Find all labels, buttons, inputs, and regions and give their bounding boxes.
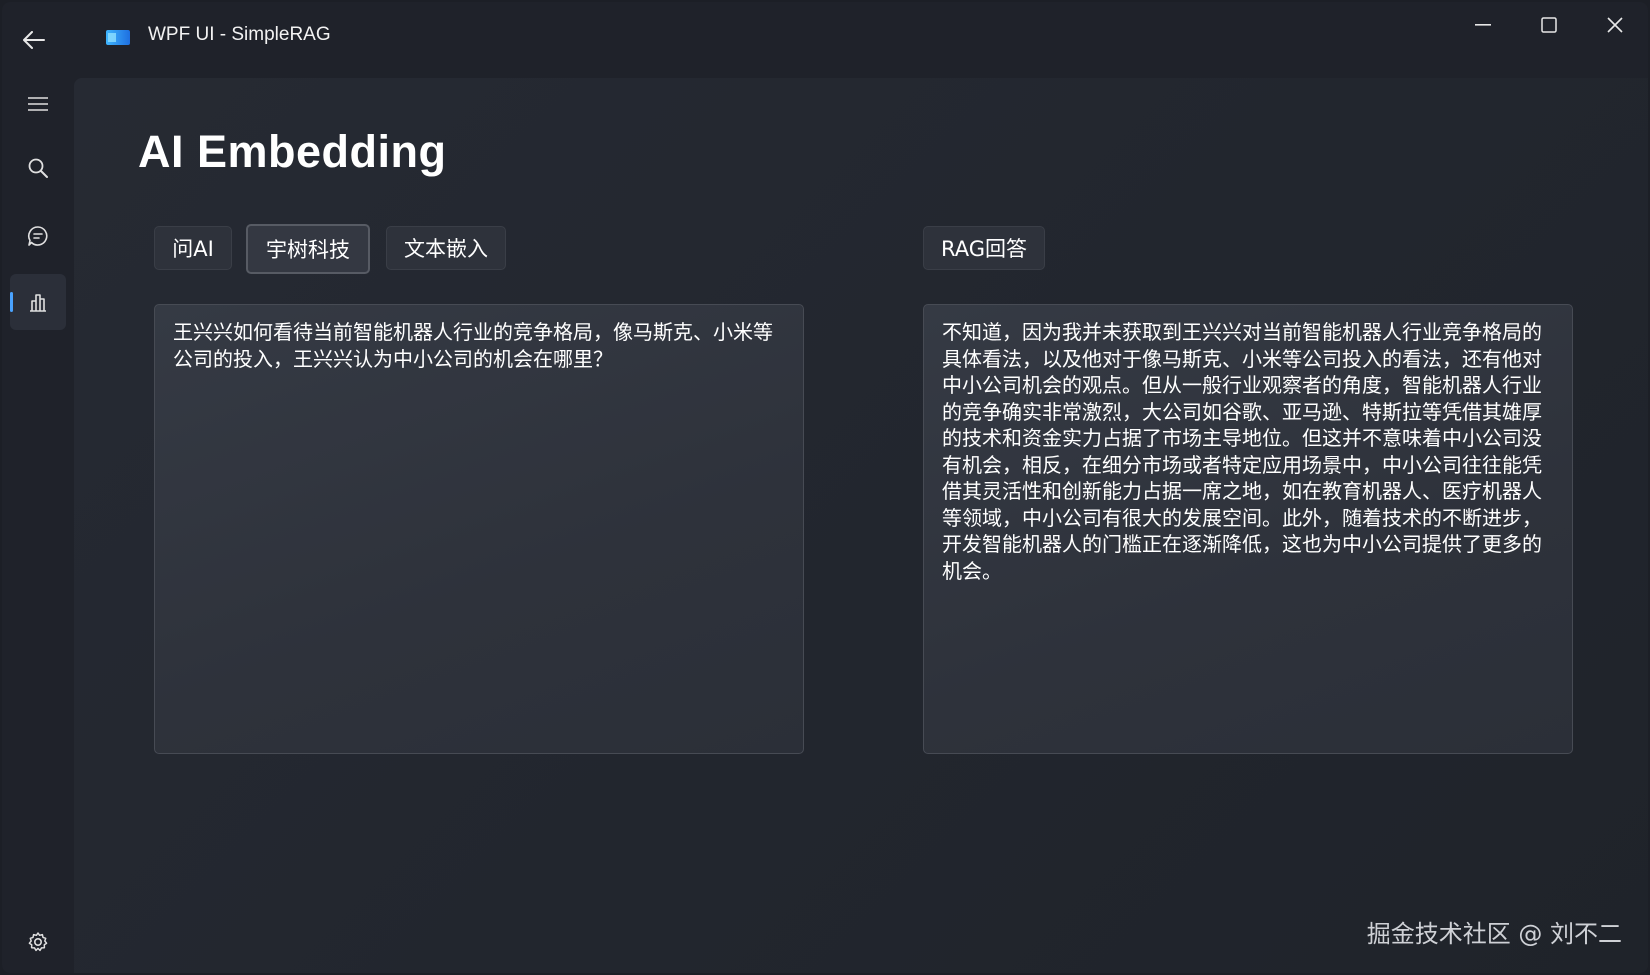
page-title: AI Embedding	[138, 126, 447, 177]
gear-icon	[28, 932, 48, 952]
app-title: WPF UI - SimpleRAG	[148, 24, 331, 45]
active-indicator	[10, 292, 13, 312]
text-embed-button[interactable]: 文本嵌入	[386, 226, 506, 270]
nav-search-button[interactable]	[10, 140, 66, 196]
menu-toggle-button[interactable]	[10, 76, 66, 132]
bar-chart-icon	[30, 294, 46, 312]
nav-embedding-button[interactable]	[10, 274, 66, 330]
minimize-button[interactable]	[1450, 2, 1516, 48]
hamburger-menu-icon	[28, 97, 48, 111]
minimize-icon	[1475, 24, 1491, 26]
search-icon	[28, 158, 48, 178]
wpfui-logo-icon	[106, 30, 130, 45]
close-button[interactable]	[1582, 2, 1648, 48]
nav-chat-button[interactable]	[10, 208, 66, 264]
app-window: WPF UI - SimpleRAG AI Embedding 问AI 宇树科技…	[2, 2, 1648, 973]
maximize-button[interactable]	[1516, 2, 1582, 48]
arrow-left-icon	[23, 31, 45, 49]
maximize-icon	[1541, 17, 1557, 33]
main-content: AI Embedding 问AI 宇树科技 文本嵌入 RAG回答 王兴兴如何看待…	[74, 78, 1648, 973]
title-bar: WPF UI - SimpleRAG	[2, 2, 1648, 74]
question-input[interactable]: 王兴兴如何看待当前智能机器人行业的竞争格局，像马斯克、小米等公司的投入，王兴兴认…	[154, 304, 804, 754]
answer-output[interactable]: 不知道，因为我并未获取到王兴兴对当前智能机器人行业竞争格局的具体看法，以及他对于…	[923, 304, 1573, 754]
watermark: 掘金技术社区 @ 刘不二	[1366, 920, 1622, 948]
chat-icon	[27, 226, 48, 246]
rag-answer-button[interactable]: RAG回答	[923, 226, 1045, 270]
nav-settings-button[interactable]	[10, 914, 66, 970]
company-button[interactable]: 宇树科技	[246, 224, 370, 274]
close-icon	[1607, 17, 1623, 33]
ask-ai-button[interactable]: 问AI	[154, 226, 232, 270]
back-button[interactable]	[16, 22, 52, 58]
